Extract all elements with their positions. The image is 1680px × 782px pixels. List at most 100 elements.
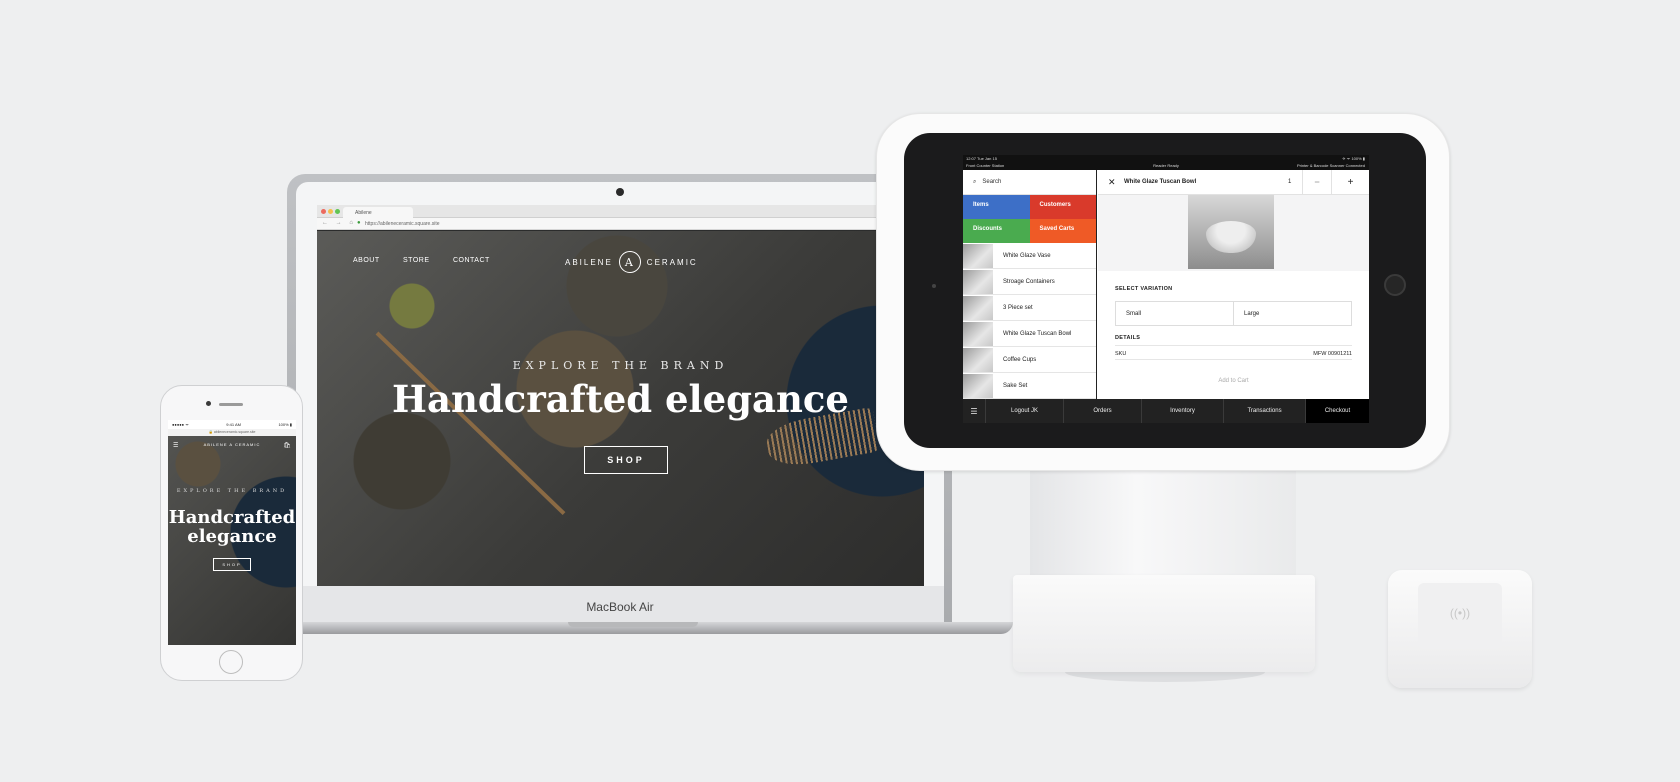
ipad-camera-icon — [932, 284, 936, 288]
search-placeholder: Search — [982, 179, 1002, 185]
ipad-home-button[interactable] — [1384, 274, 1406, 296]
phone-screen: ●●●●● ᯤ 9:41 AM 100% ▮ 🔒 abileneceramic.… — [168, 420, 296, 645]
brand-logo[interactable]: ABILENE A CERAMIC — [565, 251, 698, 273]
logout-button[interactable]: Logout JK — [985, 399, 1063, 423]
pos-status-bar: 12:07 Tue Jan 15 Front Counter Station R… — [963, 155, 1369, 170]
item-thumbnail — [963, 321, 993, 346]
list-item[interactable]: White Glaze Vase — [963, 243, 1096, 269]
sku-value: MFW 00901211 — [1313, 351, 1352, 357]
list-item[interactable]: Sake Set — [963, 373, 1096, 399]
hero-title: Handcrafted elegance — [392, 377, 849, 421]
list-item[interactable]: 3 Piece set — [963, 295, 1096, 321]
phone-url-bar[interactable]: 🔒 abileneceramic.square.site — [168, 429, 296, 436]
sku-label: SKU — [1115, 351, 1127, 357]
pos-screen: 12:07 Tue Jan 15 Front Counter Station R… — [963, 155, 1369, 423]
item-thumbnail — [963, 373, 993, 398]
laptop-chin: MacBook Air — [296, 586, 944, 622]
details-label: DETAILS — [1115, 335, 1141, 341]
status-icons: ✈ ᯤ 100% ▮ — [1342, 156, 1365, 161]
shopping-bag-icon[interactable]: 🛍 — [283, 442, 291, 449]
zoom-window-button[interactable] — [335, 209, 340, 214]
close-icon[interactable]: ✕ — [1108, 177, 1116, 188]
item-name: Coffee Cups — [1003, 356, 1037, 363]
item-name: Stroage Containers — [1003, 278, 1055, 285]
tile-discounts[interactable]: Discounts — [963, 219, 1030, 243]
phone-status-bar: ●●●●● ᯤ 9:41 AM 100% ▮ — [168, 420, 296, 429]
url-field[interactable]: https://abileneceramic.square.site — [365, 221, 439, 227]
category-tiles: Items Customers Discounts Saved Carts — [963, 195, 1096, 243]
laptop-model-label: MacBook Air — [586, 600, 654, 614]
variation-label: SELECT VARIATION — [1115, 286, 1173, 292]
phone-shop-button[interactable]: SHOP — [213, 558, 251, 571]
home-button[interactable] — [219, 650, 243, 674]
shop-button[interactable]: SHOP — [584, 446, 668, 474]
phone-brand-logo[interactable]: ABILENE A CERAMIC — [168, 442, 296, 447]
item-thumbnail — [963, 347, 993, 372]
phone-speaker — [219, 403, 243, 406]
logo-icon: A — [618, 251, 641, 273]
stand-neck — [1030, 468, 1296, 578]
item-photo — [1098, 195, 1369, 271]
tile-saved-carts[interactable]: Saved Carts — [1029, 219, 1096, 243]
laptop-notch — [568, 622, 698, 627]
browser-tab-bar: Abilene — [317, 205, 924, 218]
item-detail-header: ✕ White Glaze Tuscan Bowl 1 − + — [1098, 170, 1369, 195]
tile-customers[interactable]: Customers — [1029, 195, 1096, 219]
variation-selector: Small Large — [1115, 301, 1352, 326]
item-detail-panel: ✕ White Glaze Tuscan Bowl 1 − + SELECT V… — [1098, 170, 1369, 399]
browser-nav-icons[interactable]: ← → ⌂ — [322, 220, 356, 226]
pos-bottom-nav: ☰ Logout JK Orders Inventory Transaction… — [963, 399, 1369, 423]
increment-button[interactable]: + — [1332, 170, 1369, 195]
list-item[interactable]: White Glaze Tuscan Bowl — [963, 321, 1096, 347]
tab-orders[interactable]: Orders — [1063, 399, 1141, 423]
brand-name-right: CERAMIC — [646, 257, 698, 267]
signal-icon: ●●●●● ᯤ — [172, 422, 189, 427]
item-thumbnail — [963, 295, 993, 320]
nav-contact-link[interactable]: CONTACT — [453, 257, 490, 264]
browser-tab[interactable]: Abilene — [343, 207, 413, 218]
quantity-value: 1 — [1288, 179, 1292, 185]
phone-camera-icon — [206, 401, 211, 406]
card-reader: ((•)) — [1388, 570, 1532, 688]
minimize-window-button[interactable] — [328, 209, 333, 214]
item-thumbnail — [963, 243, 993, 268]
lock-icon: ● — [357, 220, 361, 226]
variation-small-option[interactable]: Small — [1116, 302, 1233, 325]
tile-items[interactable]: Items — [963, 195, 1030, 219]
phone: ●●●●● ᯤ 9:41 AM 100% ▮ 🔒 abileneceramic.… — [160, 385, 303, 681]
pos-library-panel: ⌕ Search Items Customers Discounts Saved… — [963, 170, 1097, 399]
browser-address-bar: ← → ⌂ ● https://abileneceramic.square.si… — [317, 218, 924, 230]
sku-row: SKU MFW 00901211 — [1115, 345, 1352, 360]
item-name: 3 Piece set — [1003, 304, 1033, 311]
nav-store-link[interactable]: STORE — [403, 257, 430, 264]
contactless-icon: ((•)) — [1449, 606, 1471, 620]
item-name: White Glaze Tuscan Bowl — [1003, 330, 1072, 337]
tab-inventory[interactable]: Inventory — [1141, 399, 1223, 423]
camera-icon — [616, 188, 624, 196]
laptop-screen: Abilene ← → ⌂ ● https://abileneceramic.s… — [317, 205, 924, 586]
menu-icon[interactable]: ☰ — [963, 399, 985, 423]
phone-hero-title: Handcrafted elegance — [168, 507, 296, 547]
search-icon: ⌕ — [973, 178, 977, 185]
item-detail-title: White Glaze Tuscan Bowl — [1124, 179, 1197, 185]
variation-large-option[interactable]: Large — [1233, 302, 1351, 325]
list-item[interactable]: Coffee Cups — [963, 347, 1096, 373]
item-name: Sake Set — [1003, 382, 1028, 389]
phone-hero-eyebrow: EXPLORE THE BRAND — [176, 488, 288, 494]
decrement-button[interactable]: − — [1302, 170, 1332, 195]
tab-transactions[interactable]: Transactions — [1223, 399, 1305, 423]
phone-time: 9:41 AM — [226, 422, 241, 427]
hero-banner: ABOUT STORE CONTACT ABILENE A CERAMIC EX… — [317, 231, 924, 586]
hero-eyebrow: EXPLORE THE BRAND — [512, 359, 729, 372]
brand-name-left: ABILENE — [565, 257, 613, 267]
nav-about-link[interactable]: ABOUT — [353, 257, 380, 264]
item-name: White Glaze Vase — [1003, 252, 1051, 259]
list-item[interactable]: Stroage Containers — [963, 269, 1096, 295]
checkout-button[interactable]: Checkout — [1305, 399, 1369, 423]
search-input[interactable]: ⌕ Search — [963, 170, 1096, 195]
add-to-cart-button[interactable]: Add to Cart — [1098, 378, 1369, 384]
tab-title: Abilene — [355, 210, 372, 216]
close-window-button[interactable] — [321, 209, 326, 214]
item-thumbnail — [963, 269, 993, 294]
pos-datetime: 12:07 Tue Jan 15 — [966, 156, 997, 161]
